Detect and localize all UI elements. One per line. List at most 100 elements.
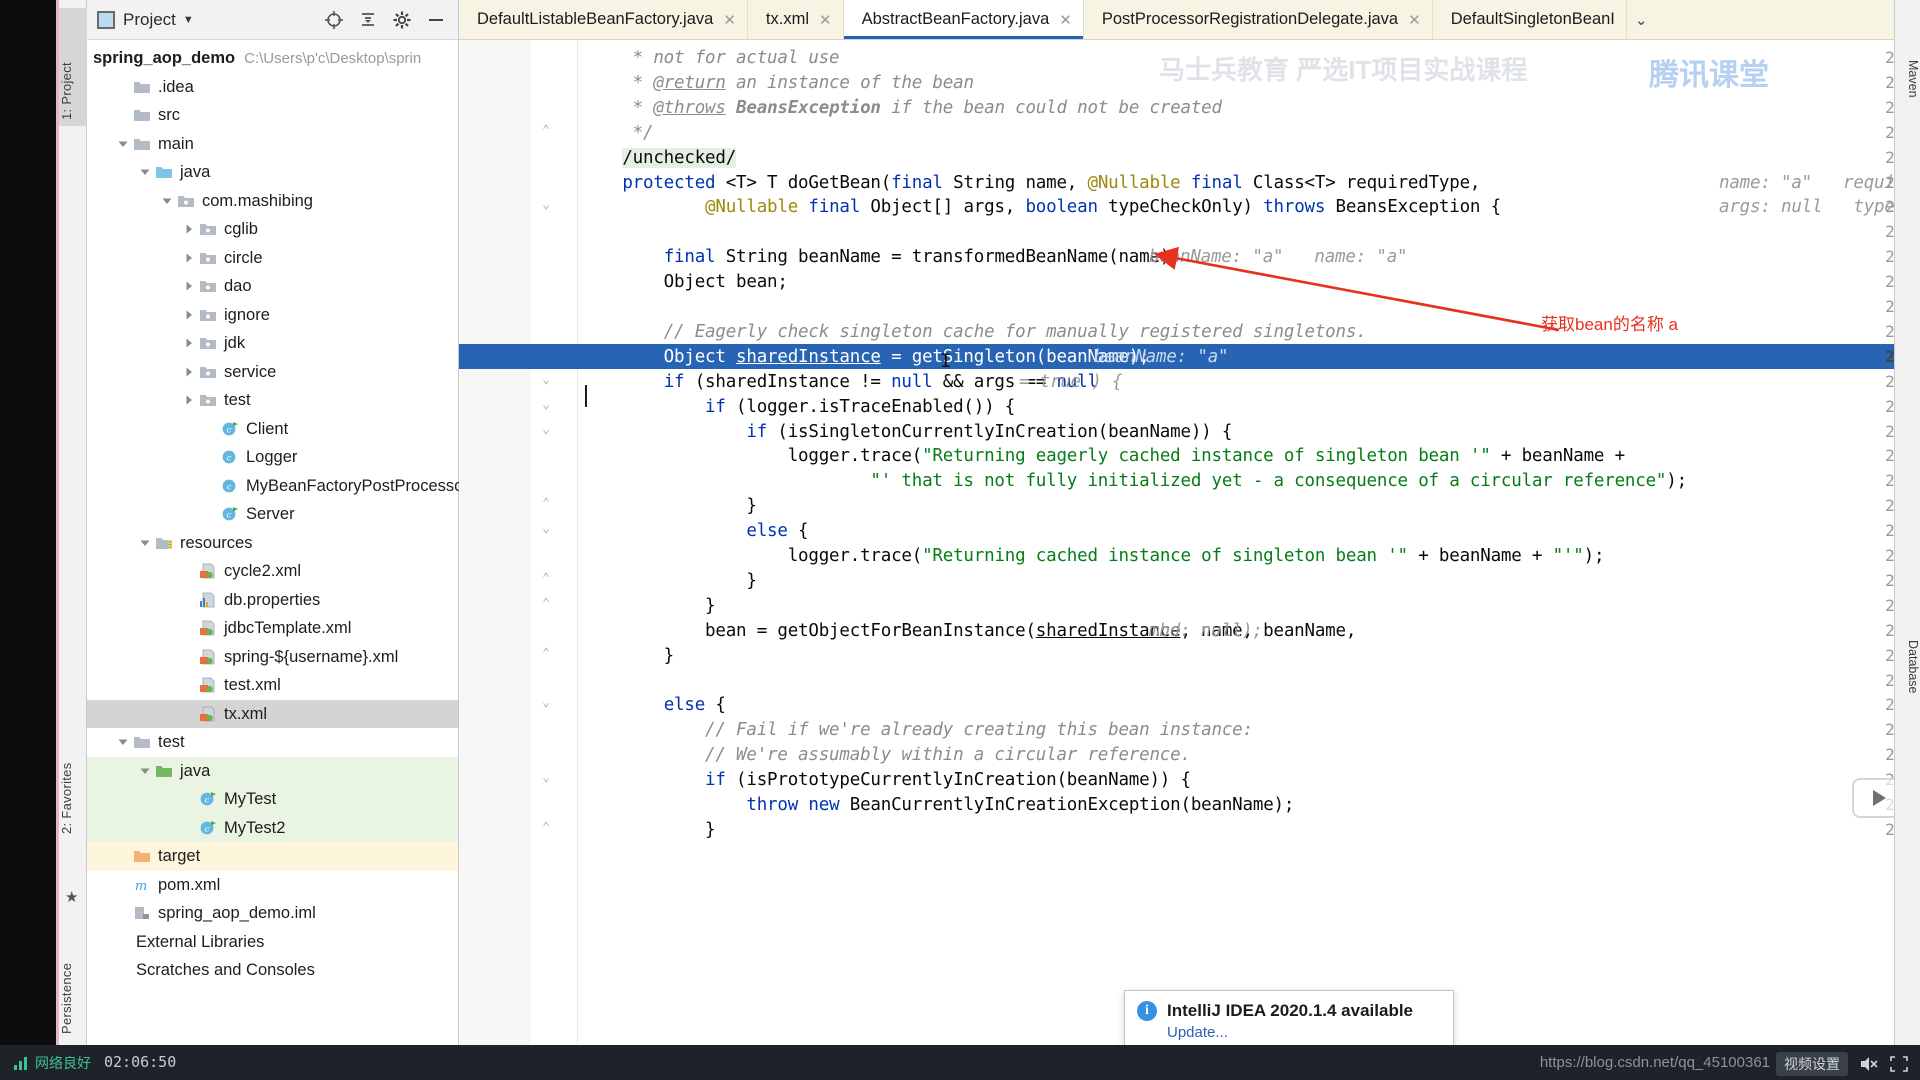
code-line[interactable]: final String beanName = transformedBeanN…: [581, 247, 1181, 267]
project-panel-title[interactable]: Project: [123, 10, 176, 30]
chevron-down-icon[interactable]: [137, 164, 153, 180]
fold-start-icon[interactable]: ⌄: [539, 372, 553, 387]
stripe-item-persistence[interactable]: Persistence: [59, 900, 87, 1040]
tree-item-tx-xml[interactable]: tx.xml: [87, 699, 458, 728]
chevron-right-icon[interactable]: [181, 307, 197, 323]
tree-item-cglib[interactable]: cglib: [87, 215, 458, 244]
tree-item-resources[interactable]: resources: [87, 529, 458, 558]
fold-end-icon[interactable]: ⌃: [539, 123, 553, 138]
code-line[interactable]: @Nullable final Object[] args, boolean t…: [581, 197, 1501, 217]
close-icon[interactable]: ✕: [723, 11, 736, 29]
tree-item-external-libraries[interactable]: External Libraries: [87, 928, 458, 957]
tree-item-pom-xml[interactable]: m pom.xml: [87, 871, 458, 900]
chevron-down-icon[interactable]: ⌄: [1627, 0, 1656, 39]
minimize-icon[interactable]: [426, 10, 446, 30]
stripe-item-maven[interactable]: Maven: [1894, 60, 1920, 150]
code-line[interactable]: // We're assumably within a circular ref…: [581, 745, 1191, 765]
fold-start-icon[interactable]: ⌄: [539, 197, 553, 212]
fold-start-icon[interactable]: ⌄: [539, 770, 553, 785]
chevron-right-icon[interactable]: [181, 335, 197, 351]
fold-start-icon[interactable]: ⌄: [539, 521, 553, 536]
code-line[interactable]: }: [581, 646, 675, 666]
fold-end-icon[interactable]: ⌃: [539, 596, 553, 611]
editor-tab-defaultlistablebeanfactory-java[interactable]: cDefaultListableBeanFactory.java✕: [459, 0, 748, 39]
tree-item-idea[interactable]: .idea: [87, 73, 458, 102]
fullscreen-icon[interactable]: [1890, 1056, 1908, 1072]
tree-item-test-xml[interactable]: test.xml: [87, 671, 458, 700]
stripe-item-favorites[interactable]: 2: Favorites: [59, 690, 87, 840]
chevron-right-icon[interactable]: [181, 221, 197, 237]
chevron-down-icon[interactable]: [115, 734, 131, 750]
tree-item-test[interactable]: test: [87, 386, 458, 415]
tree-item-circle[interactable]: circle: [87, 244, 458, 273]
code-line[interactable]: if (logger.isTraceEnabled()) {: [581, 397, 1015, 417]
fold-end-icon[interactable]: ⌃: [539, 496, 553, 511]
chevron-right-icon[interactable]: [181, 364, 197, 380]
close-icon[interactable]: ✕: [1408, 11, 1421, 29]
code-line[interactable]: else {: [581, 695, 726, 715]
code-line[interactable]: throw new BeanCurrentlyInCreationExcepti…: [581, 795, 1294, 815]
video-settings-button[interactable]: 视频设置: [1776, 1052, 1848, 1076]
tree-item-spring-aop-demo-iml[interactable]: spring_aop_demo.iml: [87, 899, 458, 928]
chevron-down-icon[interactable]: ▼: [183, 14, 194, 26]
code-line[interactable]: if (isSingletonCurrentlyInCreation(beanN…: [581, 422, 1232, 442]
tree-item-db-properties[interactable]: db.properties: [87, 586, 458, 615]
tree-item-cycle2-xml[interactable]: cycle2.xml: [87, 557, 458, 586]
tree-item-server[interactable]: c Server: [87, 500, 458, 529]
close-icon[interactable]: ✕: [1059, 11, 1072, 29]
tree-item-mytest[interactable]: c MyTest: [87, 785, 458, 814]
chevron-down-icon[interactable]: [137, 763, 153, 779]
code-line[interactable]: logger.trace("Returning cached instance …: [581, 546, 1605, 566]
crosshair-target-icon[interactable]: [324, 10, 344, 30]
tree-item-scratches-and-consoles[interactable]: Scratches and Consoles: [87, 956, 458, 985]
code-line[interactable]: "' that is not fully initialized yet - a…: [581, 471, 1687, 491]
code-line[interactable]: */: [581, 123, 654, 143]
tree-item-dao[interactable]: dao: [87, 272, 458, 301]
tree-item-jdk[interactable]: jdk: [87, 329, 458, 358]
notification-subtitle[interactable]: Update...: [1167, 1024, 1441, 1041]
chevron-down-icon[interactable]: [159, 193, 175, 209]
tree-item-spring-username-xml[interactable]: spring-${username}.xml: [87, 643, 458, 672]
chevron-right-icon[interactable]: [181, 278, 197, 294]
code-line[interactable]: else {: [581, 521, 808, 541]
code-line[interactable]: * @return an instance of the bean: [581, 73, 974, 93]
editor-tab-abstractbeanfactory-java[interactable]: cAbstractBeanFactory.java✕: [843, 0, 1084, 39]
code-line[interactable]: }: [581, 571, 757, 591]
stripe-item-database[interactable]: Database: [1894, 640, 1920, 750]
tree-item-main[interactable]: main: [87, 130, 458, 159]
fold-start-icon[interactable]: ⌄: [539, 422, 553, 437]
chevron-right-icon[interactable]: [181, 250, 197, 266]
code-line[interactable]: }: [581, 496, 757, 516]
close-icon[interactable]: ✕: [819, 11, 832, 29]
tree-item-target[interactable]: target: [87, 842, 458, 871]
tree-item-java[interactable]: java: [87, 756, 458, 785]
stripe-item-project[interactable]: 1: Project: [59, 8, 87, 126]
tree-item-jdbctemplate-xml[interactable]: jdbcTemplate.xml: [87, 614, 458, 643]
editor-tab-postprocessorregistrationdelegate-java[interactable]: cPostProcessorRegistrationDelegate.java✕: [1083, 0, 1433, 39]
code-line[interactable]: }: [581, 596, 716, 616]
chevron-down-icon[interactable]: [137, 535, 153, 551]
mute-speaker-icon[interactable]: [1860, 1056, 1878, 1072]
fold-start-icon[interactable]: ⌄: [539, 695, 553, 710]
fold-end-icon[interactable]: ⌃: [539, 646, 553, 661]
tree-item-src[interactable]: src: [87, 101, 458, 130]
tree-item-mytest2[interactable]: c MyTest2: [87, 813, 458, 842]
code-line[interactable]: * not for actual use: [581, 48, 840, 68]
tree-item-java[interactable]: java: [87, 158, 458, 187]
tree-root-item[interactable]: spring_aop_demo C:\Users\p'c\Desktop\spr…: [87, 44, 458, 73]
code-line[interactable]: Object sharedInstance = getSingleton(bea…: [581, 347, 1150, 367]
editor-tab-tx-xml[interactable]: tx.xml ✕: [747, 0, 844, 39]
code-line[interactable]: }: [581, 820, 716, 840]
gear-icon[interactable]: [392, 10, 412, 30]
tree-item-client[interactable]: c Client: [87, 415, 458, 444]
collapse-all-icon[interactable]: [358, 10, 378, 30]
tree-item-mybeanfactorypostprocessor[interactable]: c MyBeanFactoryPostProcessor: [87, 472, 469, 501]
code-line[interactable]: // Eagerly check singleton cache for man…: [581, 322, 1367, 342]
editor-tab-defaultsingletonbeani[interactable]: cDefaultSingletonBeanI: [1432, 0, 1627, 39]
tree-item-service[interactable]: service: [87, 358, 458, 387]
fold-start-icon[interactable]: ⌄: [539, 397, 553, 412]
tree-item-logger[interactable]: c Logger: [87, 443, 458, 472]
tree-item-ignore[interactable]: ignore: [87, 301, 458, 330]
code-line[interactable]: // Fail if we're already creating this b…: [581, 720, 1253, 740]
fold-end-icon[interactable]: ⌃: [539, 571, 553, 586]
